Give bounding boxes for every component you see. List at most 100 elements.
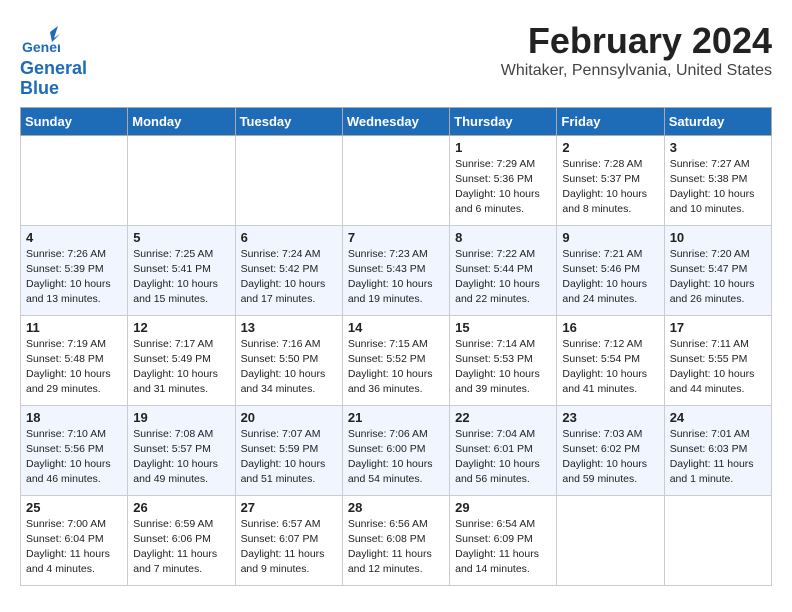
day-number: 7	[348, 230, 444, 245]
day-number: 2	[562, 140, 658, 155]
day-number: 27	[241, 500, 337, 515]
weekday-header-thursday: Thursday	[450, 107, 557, 135]
day-number: 23	[562, 410, 658, 425]
day-info: Sunrise: 7:17 AMSunset: 5:49 PMDaylight:…	[133, 337, 229, 398]
day-info: Sunrise: 7:06 AMSunset: 6:00 PMDaylight:…	[348, 427, 444, 488]
day-info: Sunrise: 7:15 AMSunset: 5:52 PMDaylight:…	[348, 337, 444, 398]
day-number: 24	[670, 410, 766, 425]
day-info: Sunrise: 7:01 AMSunset: 6:03 PMDaylight:…	[670, 427, 766, 488]
calendar-cell: 29 Sunrise: 6:54 AMSunset: 6:09 PMDayligh…	[450, 495, 557, 585]
day-number: 15	[455, 320, 551, 335]
day-number: 17	[670, 320, 766, 335]
day-info: Sunrise: 6:56 AMSunset: 6:08 PMDaylight:…	[348, 517, 444, 578]
calendar-cell: 4 Sunrise: 7:26 AMSunset: 5:39 PMDaylight…	[21, 225, 128, 315]
day-info: Sunrise: 7:00 AMSunset: 6:04 PMDaylight:…	[26, 517, 122, 578]
calendar-cell: 22Sunrise: 7:04 AMSunset: 6:01 PMDayligh…	[450, 405, 557, 495]
day-number: 22	[455, 410, 551, 425]
day-info: Sunrise: 7:03 AMSunset: 6:02 PMDaylight:…	[562, 427, 658, 488]
calendar-table: SundayMondayTuesdayWednesdayThursdayFrid…	[20, 107, 772, 586]
day-info: Sunrise: 7:21 AMSunset: 5:46 PMDaylight:…	[562, 247, 658, 308]
day-info: Sunrise: 7:10 AMSunset: 5:56 PMDaylight:…	[26, 427, 122, 488]
calendar-cell: 8 Sunrise: 7:22 AMSunset: 5:44 PMDaylight…	[450, 225, 557, 315]
calendar-cell: 13 Sunrise: 7:16 AMSunset: 5:50 PMDayligh…	[235, 315, 342, 405]
weekday-header-wednesday: Wednesday	[342, 107, 449, 135]
svg-text:General: General	[22, 39, 60, 55]
calendar-cell: 19Sunrise: 7:08 AMSunset: 5:57 PMDayligh…	[128, 405, 235, 495]
calendar-cell: 26 Sunrise: 6:59 AMSunset: 6:06 PMDayligh…	[128, 495, 235, 585]
day-info: Sunrise: 7:28 AMSunset: 5:37 PMDaylight:…	[562, 157, 658, 218]
day-info: Sunrise: 7:29 AMSunset: 5:36 PMDaylight:…	[455, 157, 551, 218]
day-info: Sunrise: 7:07 AMSunset: 5:59 PMDaylight:…	[241, 427, 337, 488]
day-number: 1	[455, 140, 551, 155]
day-info: Sunrise: 7:26 AMSunset: 5:39 PMDaylight:…	[26, 247, 122, 308]
day-number: 25	[26, 500, 122, 515]
day-info: Sunrise: 6:59 AMSunset: 6:06 PMDaylight:…	[133, 517, 229, 578]
weekday-header-tuesday: Tuesday	[235, 107, 342, 135]
weekday-header-sunday: Sunday	[21, 107, 128, 135]
day-number: 14	[348, 320, 444, 335]
calendar-cell: 9 Sunrise: 7:21 AMSunset: 5:46 PMDaylight…	[557, 225, 664, 315]
weekday-header-friday: Friday	[557, 107, 664, 135]
calendar-cell	[128, 135, 235, 225]
calendar-cell: 14 Sunrise: 7:15 AMSunset: 5:52 PMDayligh…	[342, 315, 449, 405]
day-info: Sunrise: 7:14 AMSunset: 5:53 PMDaylight:…	[455, 337, 551, 398]
calendar-cell: 2 Sunrise: 7:28 AMSunset: 5:37 PMDaylight…	[557, 135, 664, 225]
day-info: Sunrise: 7:24 AMSunset: 5:42 PMDaylight:…	[241, 247, 337, 308]
calendar-cell: 27Sunrise: 6:57 AMSunset: 6:07 PMDayligh…	[235, 495, 342, 585]
calendar-cell: 28 Sunrise: 6:56 AMSunset: 6:08 PMDayligh…	[342, 495, 449, 585]
day-number: 9	[562, 230, 658, 245]
calendar-cell: 20 Sunrise: 7:07 AMSunset: 5:59 PMDayligh…	[235, 405, 342, 495]
calendar-cell: 17 Sunrise: 7:11 AMSunset: 5:55 PMDayligh…	[664, 315, 771, 405]
calendar-cell	[342, 135, 449, 225]
calendar-cell: 24 Sunrise: 7:01 AMSunset: 6:03 PMDayligh…	[664, 405, 771, 495]
day-number: 8	[455, 230, 551, 245]
calendar-subtitle: Whitaker, Pennsylvania, United States	[501, 62, 772, 80]
day-info: Sunrise: 7:19 AMSunset: 5:48 PMDaylight:…	[26, 337, 122, 398]
calendar-cell: 11 Sunrise: 7:19 AMSunset: 5:48 PMDayligh…	[21, 315, 128, 405]
calendar-cell: 1 Sunrise: 7:29 AMSunset: 5:36 PMDaylight…	[450, 135, 557, 225]
calendar-cell	[664, 495, 771, 585]
day-info: Sunrise: 7:12 AMSunset: 5:54 PMDaylight:…	[562, 337, 658, 398]
day-info: Sunrise: 7:20 AMSunset: 5:47 PMDaylight:…	[670, 247, 766, 308]
day-number: 18	[26, 410, 122, 425]
day-info: Sunrise: 7:27 AMSunset: 5:38 PMDaylight:…	[670, 157, 766, 218]
day-info: Sunrise: 7:25 AMSunset: 5:41 PMDaylight:…	[133, 247, 229, 308]
calendar-cell: 25 Sunrise: 7:00 AMSunset: 6:04 PMDayligh…	[21, 495, 128, 585]
day-number: 6	[241, 230, 337, 245]
calendar-cell: 7 Sunrise: 7:23 AMSunset: 5:43 PMDaylight…	[342, 225, 449, 315]
day-number: 26	[133, 500, 229, 515]
day-info: Sunrise: 7:16 AMSunset: 5:50 PMDaylight:…	[241, 337, 337, 398]
day-info: Sunrise: 7:23 AMSunset: 5:43 PMDaylight:…	[348, 247, 444, 308]
calendar-title: February 2024	[501, 20, 772, 62]
calendar-cell: 16 Sunrise: 7:12 AMSunset: 5:54 PMDayligh…	[557, 315, 664, 405]
weekday-header-saturday: Saturday	[664, 107, 771, 135]
calendar-cell	[21, 135, 128, 225]
calendar-cell	[557, 495, 664, 585]
day-number: 3	[670, 140, 766, 155]
calendar-cell: 21 Sunrise: 7:06 AMSunset: 6:00 PMDayligh…	[342, 405, 449, 495]
day-info: Sunrise: 6:54 AMSunset: 6:09 PMDaylight:…	[455, 517, 551, 578]
calendar-cell: 3 Sunrise: 7:27 AMSunset: 5:38 PMDaylight…	[664, 135, 771, 225]
day-number: 28	[348, 500, 444, 515]
calendar-header: February 2024 Whitaker, Pennsylvania, Un…	[501, 20, 772, 80]
day-number: 4	[26, 230, 122, 245]
calendar-cell: 10Sunrise: 7:20 AMSunset: 5:47 PMDayligh…	[664, 225, 771, 315]
day-number: 21	[348, 410, 444, 425]
calendar-cell: 18 Sunrise: 7:10 AMSunset: 5:56 PMDayligh…	[21, 405, 128, 495]
day-number: 29	[455, 500, 551, 515]
calendar-cell: 6 Sunrise: 7:24 AMSunset: 5:42 PMDaylight…	[235, 225, 342, 315]
day-info: Sunrise: 7:22 AMSunset: 5:44 PMDaylight:…	[455, 247, 551, 308]
calendar-cell: 23 Sunrise: 7:03 AMSunset: 6:02 PMDayligh…	[557, 405, 664, 495]
day-number: 5	[133, 230, 229, 245]
logo-general: General	[20, 59, 87, 79]
day-number: 12	[133, 320, 229, 335]
day-number: 13	[241, 320, 337, 335]
day-info: Sunrise: 7:11 AMSunset: 5:55 PMDaylight:…	[670, 337, 766, 398]
day-number: 16	[562, 320, 658, 335]
calendar-cell: 12 Sunrise: 7:17 AMSunset: 5:49 PMDayligh…	[128, 315, 235, 405]
logo-blue: Blue	[20, 79, 87, 99]
day-number: 20	[241, 410, 337, 425]
calendar-cell	[235, 135, 342, 225]
day-info: Sunrise: 7:08 AMSunset: 5:57 PMDaylight:…	[133, 427, 229, 488]
day-number: 11	[26, 320, 122, 335]
